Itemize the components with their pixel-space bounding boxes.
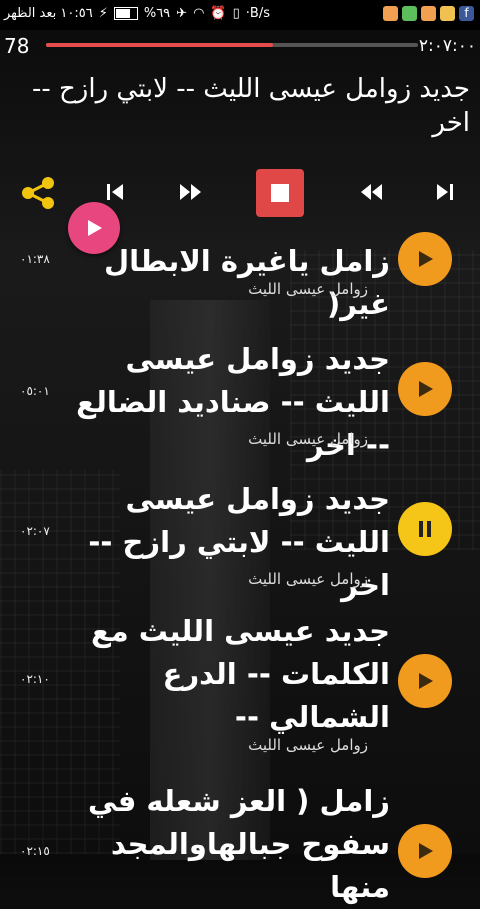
rewind-button[interactable]	[354, 177, 388, 207]
next-button[interactable]	[430, 177, 460, 207]
stop-button[interactable]	[256, 169, 304, 217]
battery-level: %٦٩	[143, 6, 171, 21]
track-duration: ٠٢:١٥	[20, 844, 50, 858]
share-button[interactable]	[18, 173, 58, 213]
facebook-icon: f	[459, 6, 474, 21]
track-artist: زوامل عيسى الليث	[248, 570, 368, 588]
list-item[interactable]: جديد زوامل عيسى الليث -- صناديد الضالع -…	[0, 338, 480, 462]
net-speed: ·B/s	[245, 6, 270, 21]
list-item[interactable]: جديد زوامل عيسى الليث -- لابتي رازح -- ا…	[0, 478, 480, 602]
app-notification-icon	[440, 6, 455, 21]
track-artist: زوامل عيسى الليث	[248, 736, 368, 754]
clock-text: ١٠:٥٦ بعد الظهر	[4, 6, 93, 21]
track-duration: ٠٢:٠٧	[20, 524, 50, 538]
skip-previous-icon	[107, 184, 123, 200]
now-playing-title: جديد زوامل عيسى الليث -- لابتي رازح -- ا…	[32, 74, 470, 138]
list-item[interactable]: زامل ( العز شعله في سفوح جبالهاوالمجد من…	[0, 780, 480, 904]
seek-bar-fill	[46, 43, 273, 47]
previous-button[interactable]	[100, 177, 130, 207]
app-notification-icon	[421, 6, 436, 21]
fast-forward-icon	[180, 184, 201, 200]
duration-time: ٢:٠٧:٠٠	[418, 36, 476, 56]
play-icon	[419, 843, 433, 859]
track-play-button[interactable]	[398, 362, 452, 416]
floating-play-button[interactable]	[68, 202, 120, 254]
skip-next-icon	[437, 184, 453, 200]
pause-icon	[419, 521, 431, 537]
track-play-button[interactable]	[398, 232, 452, 286]
track-pause-button[interactable]	[398, 502, 452, 556]
status-bar: ١٠:٥٦ بعد الظهر ⚡ %٦٩ ✈ ◠ ⏰ ▯ ·B/s f	[0, 0, 480, 30]
track-title: زامل ( العز شعله في سفوح جبالهاوالمجد من…	[88, 784, 390, 904]
elapsed-time: 78	[4, 34, 30, 58]
track-artist: زوامل عيسى الليث	[248, 430, 368, 448]
track-artist: زوامل عيسى الليث	[248, 280, 368, 298]
rewind-icon	[361, 184, 382, 200]
play-icon	[419, 673, 433, 689]
track-duration: ٠١:٣٨	[20, 252, 50, 266]
airplane-icon: ✈	[176, 6, 188, 21]
play-icon	[419, 251, 433, 267]
fast-forward-button[interactable]	[174, 177, 208, 207]
track-duration: ٠٥:٠١	[20, 384, 50, 398]
app-notification-icon	[402, 6, 417, 21]
alarm-icon: ⏰	[210, 6, 227, 21]
charging-icon: ⚡	[98, 6, 108, 21]
stop-icon	[271, 184, 289, 202]
wifi-icon: ◠	[193, 6, 205, 21]
play-icon	[419, 381, 433, 397]
seek-bar[interactable]	[46, 43, 418, 47]
vibrate-icon: ▯	[232, 6, 240, 21]
app-notification-icon	[383, 6, 398, 21]
list-item[interactable]: جديد عيسى الليث مع الكلمات -- الدرع الشم…	[0, 610, 480, 760]
track-title: جديد عيسى الليث مع الكلمات -- الدرع الشم…	[90, 614, 390, 734]
track-play-button[interactable]	[398, 654, 452, 708]
track-play-button[interactable]	[398, 824, 452, 878]
progress-row: 78 ٢:٠٧:٠٠	[0, 30, 480, 62]
battery-icon	[113, 7, 138, 20]
track-duration: ٠٢:١٠	[20, 672, 50, 686]
share-icon	[22, 177, 54, 209]
status-left: ١٠:٥٦ بعد الظهر ⚡ %٦٩ ✈ ◠ ⏰ ▯ ·B/s	[4, 6, 270, 21]
list-item[interactable]: زامل ياغيرة الابطال غير( زوامل عيسى اللي…	[0, 232, 480, 321]
play-icon	[88, 220, 102, 236]
notification-icons: f	[383, 6, 474, 21]
